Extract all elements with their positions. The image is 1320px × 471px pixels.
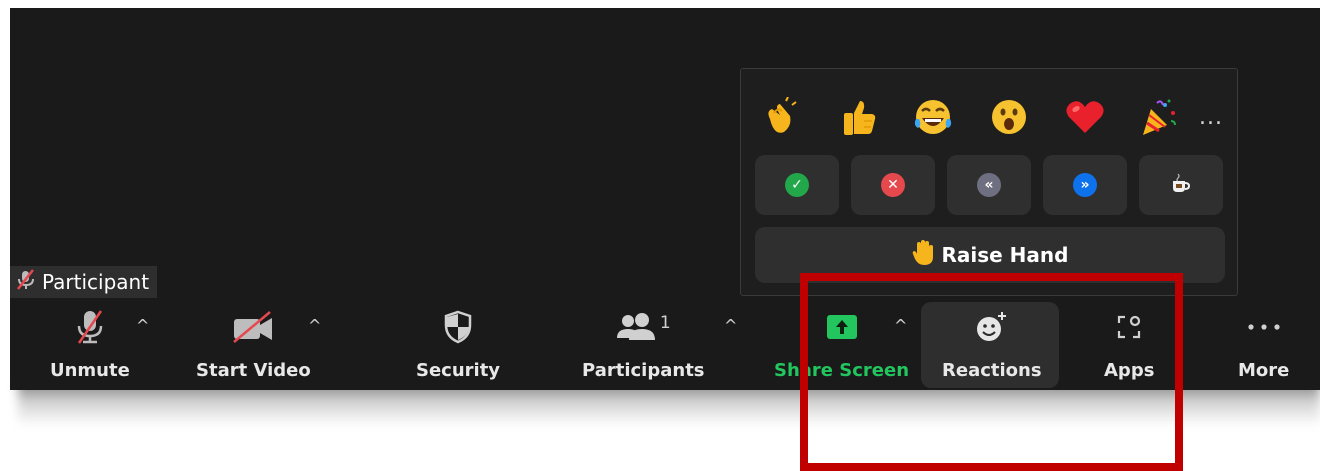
reactions-label: Reactions [942, 360, 1042, 381]
shield-icon [443, 304, 473, 350]
unmute-label: Unmute [50, 360, 130, 381]
reactions-popup: ... ✓ ✕ « » Raise Hand [740, 68, 1238, 296]
coffee-button[interactable] [1139, 155, 1223, 215]
participants-options-caret[interactable]: ^ [724, 316, 737, 335]
coffee-icon [1171, 172, 1191, 199]
no-button[interactable]: ✕ [851, 155, 935, 215]
x-icon: ✕ [881, 173, 905, 197]
muted-mic-icon [16, 268, 36, 296]
red-heart-emoji[interactable] [1063, 95, 1107, 139]
video-off-icon [230, 304, 276, 350]
raised-hand-icon [912, 239, 934, 271]
meeting-window: Participant ... ✓ ✕ « » Raise Hand Unmut… [10, 8, 1320, 390]
check-icon: ✓ [785, 173, 809, 197]
share-screen-button[interactable]: Share Screen [774, 304, 909, 386]
raise-hand-button[interactable]: Raise Hand [755, 227, 1225, 283]
add-reaction-icon [975, 304, 1009, 350]
more-emojis-button[interactable]: ... [1199, 105, 1223, 130]
meeting-toolbar: Unmute ^ Start Video ^ Security 1 Partic… [10, 298, 1320, 390]
participants-count: 1 [659, 313, 671, 333]
security-label: Security [416, 360, 501, 381]
reactions-button[interactable]: Reactions [942, 304, 1042, 386]
more-button[interactable]: More [1238, 304, 1289, 386]
party-popper-emoji[interactable] [1137, 95, 1181, 139]
tears-of-joy-emoji[interactable] [911, 95, 955, 139]
share-screen-label: Share Screen [774, 360, 910, 381]
rewind-icon: « [977, 173, 1001, 197]
speed-up-button[interactable]: » [1043, 155, 1127, 215]
thumbs-up-emoji[interactable] [837, 95, 881, 139]
apps-button[interactable]: Apps [1104, 304, 1154, 386]
muted-mic-icon [75, 304, 105, 350]
audio-options-caret[interactable]: ^ [136, 316, 149, 335]
apps-label: Apps [1104, 360, 1155, 381]
more-dots-icon [1247, 304, 1281, 350]
start-video-label: Start Video [196, 360, 311, 381]
apps-icon [1116, 304, 1142, 350]
participant-name-tag: Participant [10, 266, 158, 298]
participants-icon: 1 [616, 304, 671, 350]
clapping-hands-emoji[interactable] [759, 95, 803, 139]
raise-hand-label: Raise Hand [941, 243, 1069, 267]
start-video-button[interactable]: Start Video [196, 304, 311, 386]
fast-forward-icon: » [1073, 173, 1097, 197]
more-label: More [1238, 360, 1290, 381]
participants-label: Participants [582, 360, 705, 381]
video-options-caret[interactable]: ^ [308, 316, 321, 335]
open-mouth-emoji[interactable] [987, 95, 1031, 139]
unmute-button[interactable]: Unmute [50, 304, 130, 386]
slow-down-button[interactable]: « [947, 155, 1031, 215]
share-screen-icon [826, 304, 858, 350]
security-button[interactable]: Security [416, 304, 500, 386]
participants-button[interactable]: 1 Participants [582, 304, 705, 386]
share-options-caret[interactable]: ^ [894, 316, 907, 335]
yes-button[interactable]: ✓ [755, 155, 839, 215]
participant-name: Participant [42, 270, 150, 294]
